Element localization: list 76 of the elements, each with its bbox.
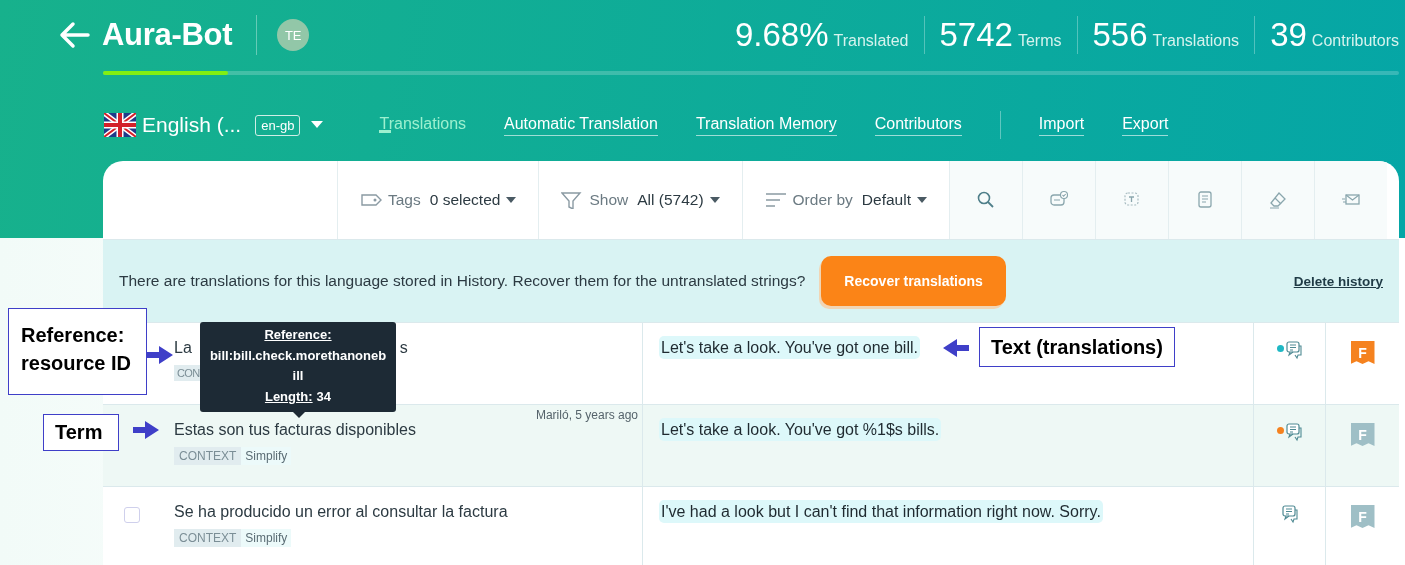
author-time: Mariló, 5 years ago — [535, 408, 638, 422]
project-title: Aura-Bot — [102, 17, 233, 53]
caret-icon — [709, 197, 720, 203]
context-tag: CONTEXT — [174, 529, 242, 547]
nav-tab[interactable]: Translations — [379, 114, 467, 136]
tooltip-heading: Reference: — [264, 326, 332, 344]
tooltip-length-label: Length: — [264, 388, 313, 404]
flag-badge[interactable]: F — [1350, 423, 1375, 446]
comments-icon[interactable] — [1284, 422, 1303, 442]
nav-tab[interactable]: Contributors — [874, 114, 962, 136]
stat-value: 39 — [1270, 16, 1307, 54]
comments-icon[interactable] — [1280, 504, 1299, 524]
language-code-badge: en-gb — [255, 114, 301, 136]
toolbar-button[interactable] — [1242, 161, 1315, 239]
search-icon — [976, 190, 996, 210]
caret-icon — [917, 197, 927, 203]
filter-label: Tags — [388, 191, 421, 209]
eraser-icon — [1268, 190, 1288, 210]
toolbar-button[interactable] — [1315, 161, 1387, 239]
context-value: Simplify — [241, 529, 292, 547]
filter-label: Order by — [792, 191, 853, 209]
stat-label: Contributors — [1311, 32, 1399, 50]
context-tag: CON — [174, 365, 202, 381]
source-term-fragment: La — [174, 339, 192, 358]
recover-button[interactable]: Recover translations — [821, 256, 1006, 306]
stat-label: Terms — [1017, 32, 1062, 50]
translation-text[interactable]: I've had a look but I can't find that information right now. Sorry. — [659, 500, 1103, 523]
filter-dropdown[interactable]: Tags 0 selected — [338, 161, 540, 239]
tag-icon — [360, 191, 382, 209]
filter-value: Default — [861, 191, 911, 209]
tooltip-reference: bill:bill.check.morethanonebill — [209, 346, 387, 385]
toolbar-button[interactable] — [1169, 161, 1242, 239]
filter-dropdown[interactable]: Show All (5742) — [539, 161, 743, 239]
callout-label: Text (translations) — [979, 327, 1175, 367]
source-term-fragment: s — [399, 339, 408, 358]
stat-value: 556 — [1092, 16, 1148, 54]
stat-label: Translated — [833, 32, 909, 50]
filter-dropdown[interactable]: Order by Default — [742, 161, 950, 239]
flag-badge[interactable]: F — [1350, 341, 1375, 364]
translation-text[interactable]: Let's take a look. You've got %1$s bills. — [659, 418, 942, 441]
nav-link[interactable]: Import — [1038, 114, 1085, 136]
flag-badge[interactable]: F — [1350, 505, 1375, 528]
document-icon — [1195, 190, 1215, 210]
caret-icon — [506, 197, 517, 203]
nav-tab[interactable]: Translation Memory — [695, 114, 837, 136]
notice-text: There are translations for this language stored in History. Recover them for the untranslated strings? — [119, 272, 806, 290]
sort-icon — [764, 191, 787, 209]
callout-label: Reference: resource ID — [8, 308, 147, 395]
language-name[interactable]: English (... — [142, 113, 242, 137]
comments-icon[interactable] — [1284, 340, 1303, 360]
stat-label: Translations — [1152, 32, 1240, 50]
nav-link[interactable]: Export — [1122, 114, 1169, 136]
flag-icon — [104, 113, 136, 137]
filter-label: Show — [589, 191, 629, 209]
context-value: Simplify — [241, 447, 292, 465]
filter-value: All (5742) — [637, 191, 704, 209]
back-arrow-icon[interactable] — [58, 21, 90, 49]
toolbar-button[interactable] — [1023, 161, 1096, 239]
callout-label: Term — [43, 414, 119, 451]
caret-icon[interactable] — [311, 121, 324, 129]
avatar[interactable]: TE — [277, 19, 310, 51]
stat-value: 5742 — [939, 16, 1013, 54]
filter-icon — [561, 191, 584, 209]
source-term: Se ha producido un error al consultar la factura — [174, 503, 508, 522]
checkbox[interactable] — [123, 507, 140, 523]
context-tag: CONTEXT — [174, 447, 242, 465]
translation-text[interactable]: Let's take a look. You've got one bill. — [659, 336, 920, 359]
source-term: Estas son tus facturas disponibles — [174, 421, 416, 440]
nav-tab[interactable]: Automatic Translation — [504, 114, 658, 136]
tooltip-length-value: 34 — [316, 388, 332, 404]
filter-value: 0 selected — [429, 191, 501, 209]
callout-arrow — [147, 346, 173, 364]
delete-history-link[interactable]: Delete history — [1293, 273, 1383, 289]
toolbar-button[interactable] — [950, 161, 1023, 239]
stat-value: 9.68% — [734, 16, 829, 54]
toolbar-button[interactable] — [1096, 161, 1169, 239]
